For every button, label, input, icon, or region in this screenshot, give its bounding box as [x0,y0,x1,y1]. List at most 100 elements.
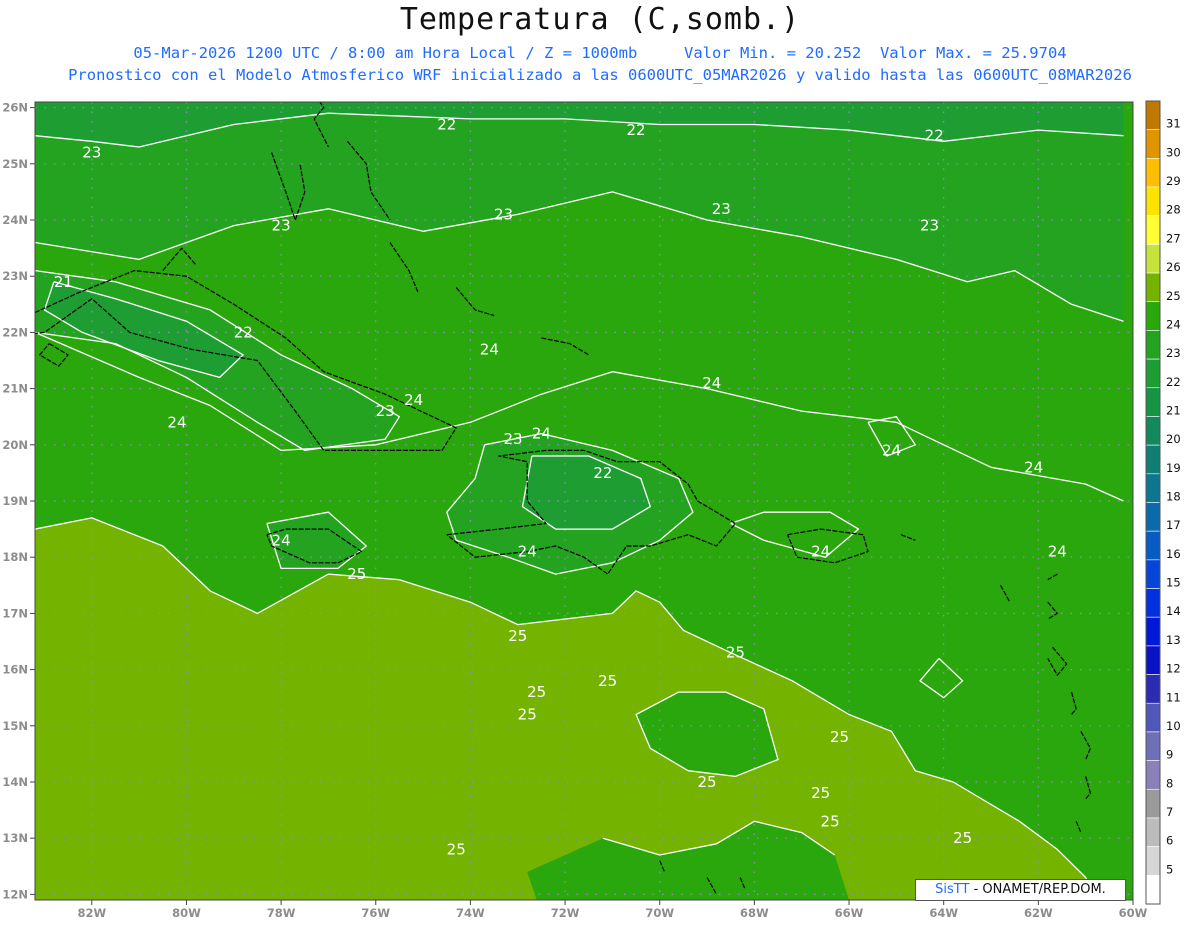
lat-tick-label: 14N [2,775,28,789]
contour-label: 24 [272,531,291,549]
lon-tick-label: 76W [361,906,390,920]
legend-swatch [1145,702,1161,733]
lon-tick-label: 62W [1024,906,1053,920]
lat-tick-label: 15N [2,719,28,733]
legend-label: 12 [1166,662,1181,676]
contour-label: 24 [1024,458,1043,476]
contour-label: 23 [920,217,939,235]
legend-label: 20 [1166,432,1181,446]
contour-label: 24 [480,340,499,358]
contour-label: 24 [532,425,551,443]
legend-swatch [1145,731,1161,761]
contour-label: 25 [726,644,745,662]
lat-tick-label: 12N [2,887,28,901]
contour-label: 24 [167,413,186,431]
temperature-map: 22 22 22 23 23 23 23 23 21 22 23 24 24 24 24 23 24 22 24 24… [2,100,1181,920]
contour-label: 23 [82,144,101,162]
contour-label: 22 [234,323,253,341]
contour-label: 22 [627,121,646,139]
contour-label: 23 [494,205,513,223]
legend-swatch [1145,473,1161,503]
legend-swatch [1145,645,1161,675]
contour-label: 25 [830,728,849,746]
legend-swatch [1145,301,1161,331]
contour-label: 25 [953,829,972,847]
legend-label: 19 [1166,461,1181,475]
lat-tick-label: 20N [2,438,28,452]
contour-label: 25 [447,840,466,858]
contour-label: 24 [882,441,901,459]
legend-label: 13 [1166,633,1181,647]
contour-label: 21 [54,273,73,291]
legend-label: 15 [1166,576,1181,590]
contour-label: 22 [593,464,612,482]
legend-swatch [1145,760,1161,790]
legend-label: 22 [1166,375,1181,389]
lat-tick-label: 22N [2,325,28,339]
legend-swatch [1145,330,1161,360]
contour-label: 25 [347,565,366,583]
contour-label: 23 [376,402,395,420]
legend-label: 31 [1166,117,1181,131]
credit-box: SisTT - ONAMET/REP.DOM. [915,879,1126,901]
contour-label: 25 [598,672,617,690]
contour-label: 22 [925,127,944,145]
legend-swatch [1145,272,1161,303]
lat-tick-label: 16N [2,663,28,677]
contour-label: 22 [437,115,456,133]
legend-swatch [1145,215,1161,245]
lon-tick-label: 80W [172,906,201,920]
lon-tick-label: 68W [740,906,769,920]
legend-label: 21 [1166,403,1181,417]
contour-label: 24 [811,543,830,561]
legend-label: 9 [1166,748,1173,762]
contour-label: 24 [702,374,721,392]
lon-tick-label: 60W [1119,906,1148,920]
legend-swatch [1145,616,1161,647]
legend-label: 14 [1166,604,1181,618]
lat-tick-label: 19N [2,494,28,508]
legend-label: 25 [1166,289,1181,303]
lat-tick-label: 17N [2,606,28,620]
legend-label: 10 [1166,719,1181,733]
contour-label: 25 [527,683,546,701]
lat-tick-label: 25N [2,157,28,171]
legend-swatch [1145,588,1161,618]
legend-swatch [1145,358,1161,389]
legend-label: 18 [1166,490,1181,504]
legend-label: 30 [1166,145,1181,159]
legend-swatch [1145,244,1161,274]
credit-org: - ONAMET/REP.DOM. [969,882,1106,897]
lon-tick-label: 66W [835,906,864,920]
color-legend: 31 30 29 28 27 26 25 24 23 22 21 20 19 18 17 16 15 14 13 12… [1145,100,1181,905]
contour-label: 24 [1048,543,1067,561]
lon-tick-label: 74W [456,906,485,920]
contour-label: 25 [698,773,717,791]
contour-label: 23 [503,430,522,448]
map-field: 22 22 22 23 23 23 23 23 21 22 23 24 24 24 24 23 24 22 24 24… [35,102,1133,900]
legend-label: 11 [1166,690,1181,704]
lat-tick-label: 13N [2,831,28,845]
contour-label: 23 [272,217,291,235]
lat-tick-label: 24N [2,213,28,227]
lat-tick-label: 18N [2,550,28,564]
legend-swatch [1145,416,1161,446]
legend-label: 17 [1166,518,1181,532]
legend-label: 5 [1166,862,1173,876]
contour-label: 25 [821,812,840,830]
legend-swatch [1145,387,1161,417]
legend-label: 16 [1166,547,1181,561]
legend-swatch [1145,100,1161,130]
lon-tick-label: 82W [77,906,106,920]
legend-swatch [1145,817,1161,847]
legend-label: 28 [1166,203,1181,217]
legend-label: 8 [1166,776,1173,790]
contour-label: 24 [404,391,423,409]
lon-tick-label: 78W [267,906,296,920]
legend-label: 29 [1166,174,1181,188]
legend-swatch [1145,502,1161,532]
legend-label: 7 [1166,805,1173,819]
legend-swatch [1145,674,1161,704]
legend-label: 23 [1166,346,1181,360]
legend-swatch [1145,875,1161,905]
